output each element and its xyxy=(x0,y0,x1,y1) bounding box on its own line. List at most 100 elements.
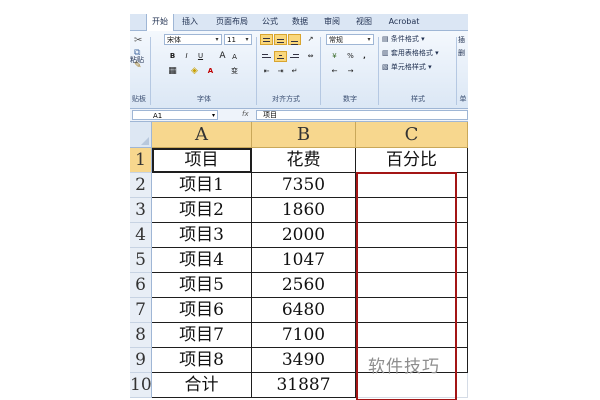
tab-acrobat[interactable]: Acrobat xyxy=(386,14,422,30)
decrease-indent-icon[interactable]: ⇤ xyxy=(260,66,273,77)
cell-a4[interactable]: 项目3 xyxy=(152,223,252,248)
increase-indent-icon[interactable]: ⇥ xyxy=(274,66,287,77)
table-format-label: 套用表格格式 xyxy=(390,49,433,57)
borders-icon[interactable]: ▦ xyxy=(166,66,179,77)
cell-a5[interactable]: 项目4 xyxy=(152,248,252,273)
group-label-cells: 单 xyxy=(459,95,467,103)
cell-b2[interactable]: 7350 xyxy=(252,173,356,198)
cell-b1[interactable]: 花费 xyxy=(252,148,356,173)
row-header[interactable]: 8 xyxy=(130,323,152,348)
cell-c8[interactable] xyxy=(356,323,468,348)
tab-page-layout[interactable]: 页面布局 xyxy=(212,14,252,30)
cell-c1[interactable]: 百分比 xyxy=(356,148,468,173)
currency-icon[interactable]: ¥ xyxy=(328,51,341,62)
row-header[interactable]: 10 xyxy=(130,373,152,398)
tab-review[interactable]: 审阅 xyxy=(320,14,344,30)
cell-b3[interactable]: 1860 xyxy=(252,198,356,223)
ribbon-home: ✂ ⧉ ✎ 粘贴 贴板 宋体 ▾ 11 ▾ B I U A A ▦ ◈ A 变 … xyxy=(130,31,468,109)
merge-center-icon[interactable]: ⇔ xyxy=(304,51,317,62)
number-format-combo[interactable]: 常规 ▾ xyxy=(326,34,374,45)
separator xyxy=(320,37,321,105)
cut-icon[interactable]: ✂ xyxy=(134,35,142,46)
cell-b8[interactable]: 7100 xyxy=(252,323,356,348)
cell-style-button[interactable]: ▧ 单元格样式 ▾ xyxy=(382,62,432,72)
select-all-corner[interactable] xyxy=(130,122,152,148)
align-top-button[interactable] xyxy=(260,34,273,45)
font-size-combo[interactable]: 11 ▾ xyxy=(224,34,252,45)
decrease-decimal-icon[interactable]: → xyxy=(344,66,357,77)
cell-c2[interactable] xyxy=(356,173,468,198)
font-name-combo[interactable]: 宋体 ▾ xyxy=(164,34,222,45)
row-header[interactable]: 2 xyxy=(130,173,152,198)
row-header[interactable]: 1 xyxy=(130,148,152,173)
name-box[interactable]: A1 ▾ xyxy=(132,110,218,120)
cell-a2[interactable]: 项目1 xyxy=(152,173,252,198)
column-header-b[interactable]: B xyxy=(252,122,356,148)
tab-view[interactable]: 视图 xyxy=(352,14,376,30)
row-header[interactable]: 6 xyxy=(130,273,152,298)
tab-data[interactable]: 数据 xyxy=(288,14,312,30)
cell-a1[interactable]: 项目 xyxy=(152,148,252,173)
font-size-value: 11 xyxy=(227,36,236,44)
cell-c4[interactable] xyxy=(356,223,468,248)
fx-icon[interactable]: fx xyxy=(242,110,249,118)
percent-button[interactable]: % xyxy=(344,51,357,62)
cell-c3[interactable] xyxy=(356,198,468,223)
cell-a6[interactable]: 项目5 xyxy=(152,273,252,298)
ribbon-tab-bar: 开始 插入 页面布局 公式 数据 审阅 视图 Acrobat xyxy=(130,14,468,31)
cell-a9[interactable]: 项目8 xyxy=(152,348,252,373)
conditional-format-button[interactable]: ▤ 条件格式 ▾ xyxy=(382,34,425,44)
italic-button[interactable]: I xyxy=(180,51,193,62)
cell-b4[interactable]: 2000 xyxy=(252,223,356,248)
fill-color-icon[interactable]: ◈ xyxy=(188,66,201,77)
table-format-button[interactable]: ▥ 套用表格格式 ▾ xyxy=(382,48,439,58)
increase-decimal-icon[interactable]: ← xyxy=(328,66,341,77)
phonetic-button[interactable]: 变 xyxy=(228,66,241,77)
cell-a10[interactable]: 合计 xyxy=(152,373,252,398)
cell-a8[interactable]: 项目7 xyxy=(152,323,252,348)
cell-b6[interactable]: 2560 xyxy=(252,273,356,298)
row-header[interactable]: 4 xyxy=(130,223,152,248)
cell-b10[interactable]: 31887 xyxy=(252,373,356,398)
watermark: 软件技巧 xyxy=(368,357,440,377)
insert-cells-button[interactable]: 插 xyxy=(458,35,465,45)
cell-c7[interactable] xyxy=(356,298,468,323)
chevron-down-icon: ▾ xyxy=(245,36,249,43)
cell-c6[interactable] xyxy=(356,273,468,298)
comma-button[interactable]: , xyxy=(358,51,371,62)
align-bottom-button[interactable] xyxy=(288,34,301,45)
align-right-button[interactable] xyxy=(288,51,301,62)
align-left-button[interactable] xyxy=(260,51,273,62)
tab-insert[interactable]: 插入 xyxy=(178,14,202,30)
shrink-font-button[interactable]: A xyxy=(228,52,241,63)
row-header[interactable]: 3 xyxy=(130,198,152,223)
group-label-number: 数字 xyxy=(343,95,357,103)
bold-button[interactable]: B xyxy=(166,51,179,62)
column-header-c[interactable]: C xyxy=(356,122,468,148)
number-format-value: 常规 xyxy=(329,36,343,44)
row-header[interactable]: 5 xyxy=(130,248,152,273)
tab-formulas[interactable]: 公式 xyxy=(258,14,282,30)
cell-b9[interactable]: 3490 xyxy=(252,348,356,373)
formula-input[interactable]: 项目 xyxy=(256,110,468,120)
align-center-button[interactable] xyxy=(274,51,287,62)
delete-cells-button[interactable]: 删 xyxy=(458,48,465,58)
row-header[interactable]: 7 xyxy=(130,298,152,323)
tab-home[interactable]: 开始 xyxy=(146,14,174,31)
orientation-icon[interactable]: ↗ xyxy=(304,34,317,45)
cell-a3[interactable]: 项目2 xyxy=(152,198,252,223)
formula-bar: A1 ▾ fx 项目 xyxy=(130,109,468,122)
paste-label[interactable]: 粘贴 xyxy=(130,55,144,65)
column-header-a[interactable]: A xyxy=(152,122,252,148)
separator xyxy=(256,37,257,105)
row-header[interactable]: 9 xyxy=(130,348,152,373)
cell-a7[interactable]: 项目6 xyxy=(152,298,252,323)
wrap-text-icon[interactable]: ↵ xyxy=(288,66,301,77)
cell-c5[interactable] xyxy=(356,248,468,273)
align-middle-button[interactable] xyxy=(274,34,287,45)
font-color-button[interactable]: A xyxy=(204,66,217,77)
underline-button[interactable]: U xyxy=(194,51,207,62)
cell-b5[interactable]: 1047 xyxy=(252,248,356,273)
cell-b7[interactable]: 6480 xyxy=(252,298,356,323)
name-box-value: A1 xyxy=(153,112,163,120)
